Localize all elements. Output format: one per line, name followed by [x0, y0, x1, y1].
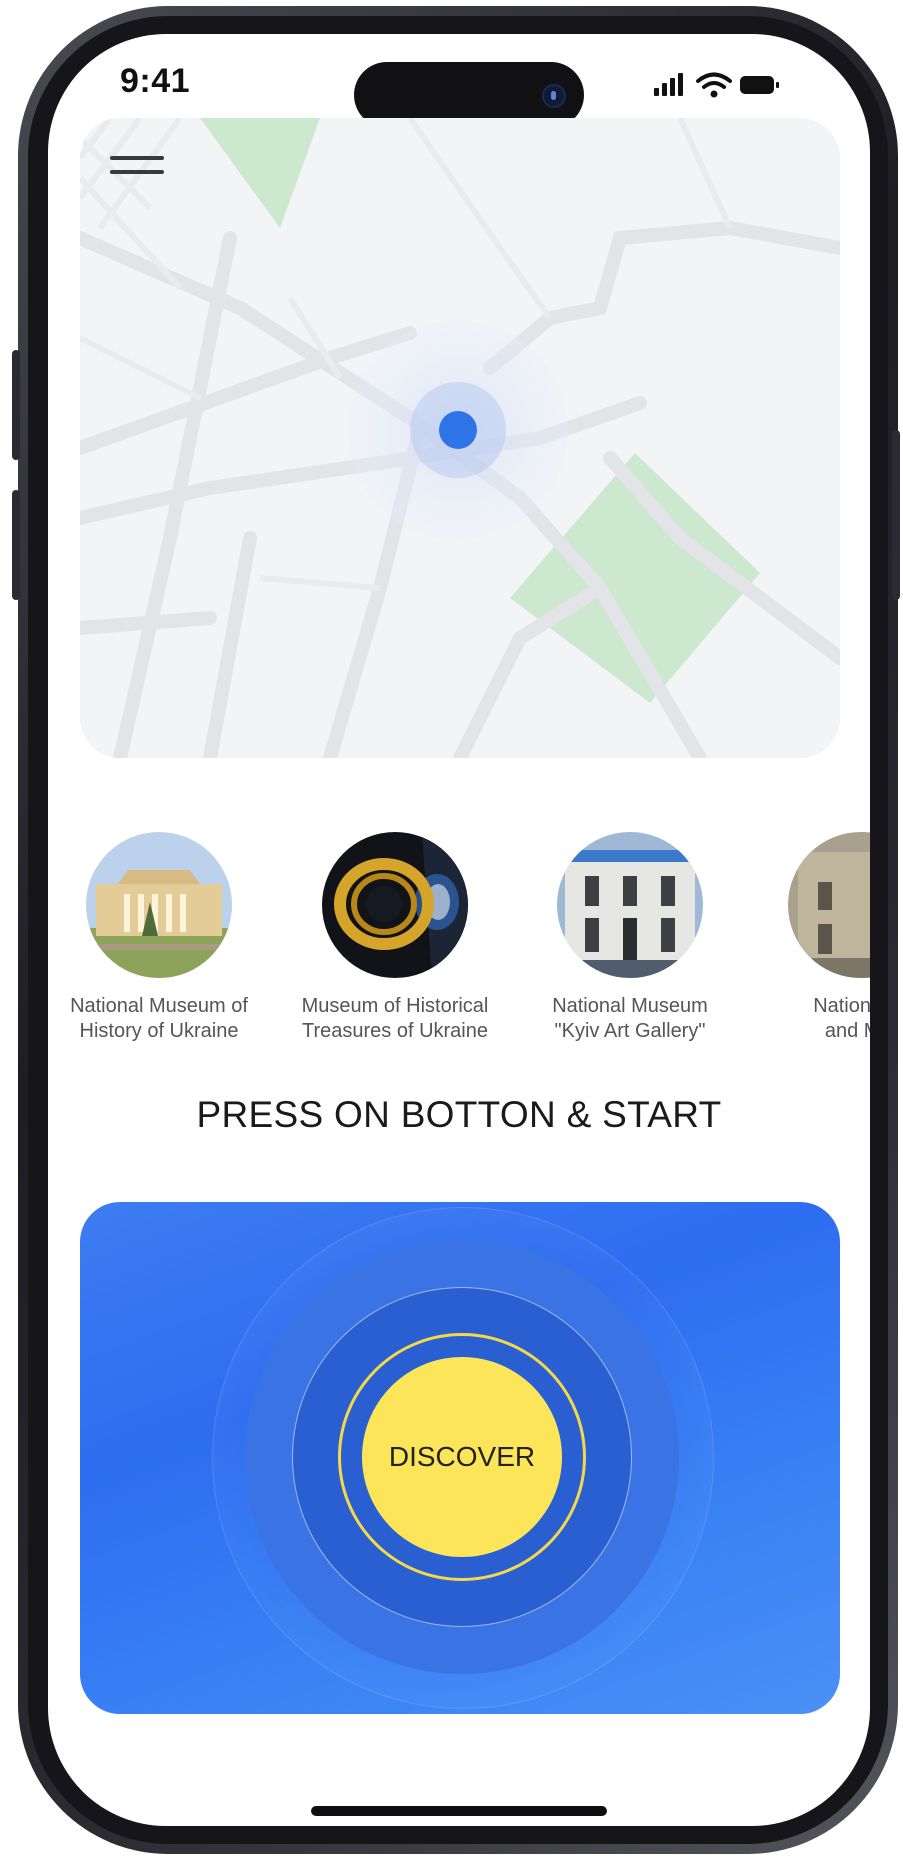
museum-label: National Museum of History of Ukraine: [70, 995, 248, 1042]
museum-item-historical-treasures[interactable]: Museum of Historical Treasures of Ukrain…: [285, 832, 505, 1044]
museum-thumbnail: [557, 832, 703, 978]
status-icons: [652, 70, 782, 100]
museum-carousel[interactable]: National Museum of History of Ukraine Mu…: [48, 832, 870, 1042]
current-location-dot-icon: [439, 411, 477, 449]
discover-button[interactable]: DISCOVER: [362, 1357, 562, 1557]
discover-panel: DISCOVER: [80, 1202, 840, 1714]
phone-side-button: [12, 350, 20, 460]
map-view[interactable]: [80, 118, 840, 758]
museum-label: National ... and M...: [813, 995, 870, 1042]
phone-power-button: [892, 430, 900, 600]
phone-side-button: [12, 490, 20, 600]
museum-item-kyiv-art-gallery[interactable]: National Museum "Kyiv Art Gallery": [520, 832, 740, 1044]
museum-thumbnail: [788, 832, 870, 978]
battery-icon: [740, 76, 779, 94]
section-title: PRESS ON BOTTON & START: [196, 1094, 722, 1135]
signal-icon: [654, 73, 683, 96]
wifi-icon: [696, 72, 732, 98]
museum-item-partial[interactable]: National ... and M...: [751, 832, 870, 1044]
museum-thumbnail: [322, 832, 468, 978]
status-time: 9:41: [120, 62, 191, 100]
camera-icon: [542, 84, 566, 108]
museum-thumbnail: [86, 832, 232, 978]
map-streets: [80, 118, 840, 758]
hamburger-menu-icon[interactable]: [110, 146, 164, 186]
museum-item-history-of-ukraine[interactable]: National Museum of History of Ukraine: [49, 832, 269, 1044]
app-screen: 9:41 National Museum of History of Ukrai…: [48, 34, 870, 1826]
museum-label: National Museum "Kyiv Art Gallery": [552, 995, 708, 1042]
home-indicator[interactable]: [311, 1806, 607, 1816]
museum-label: Museum of Historical Treasures of Ukrain…: [301, 995, 489, 1042]
